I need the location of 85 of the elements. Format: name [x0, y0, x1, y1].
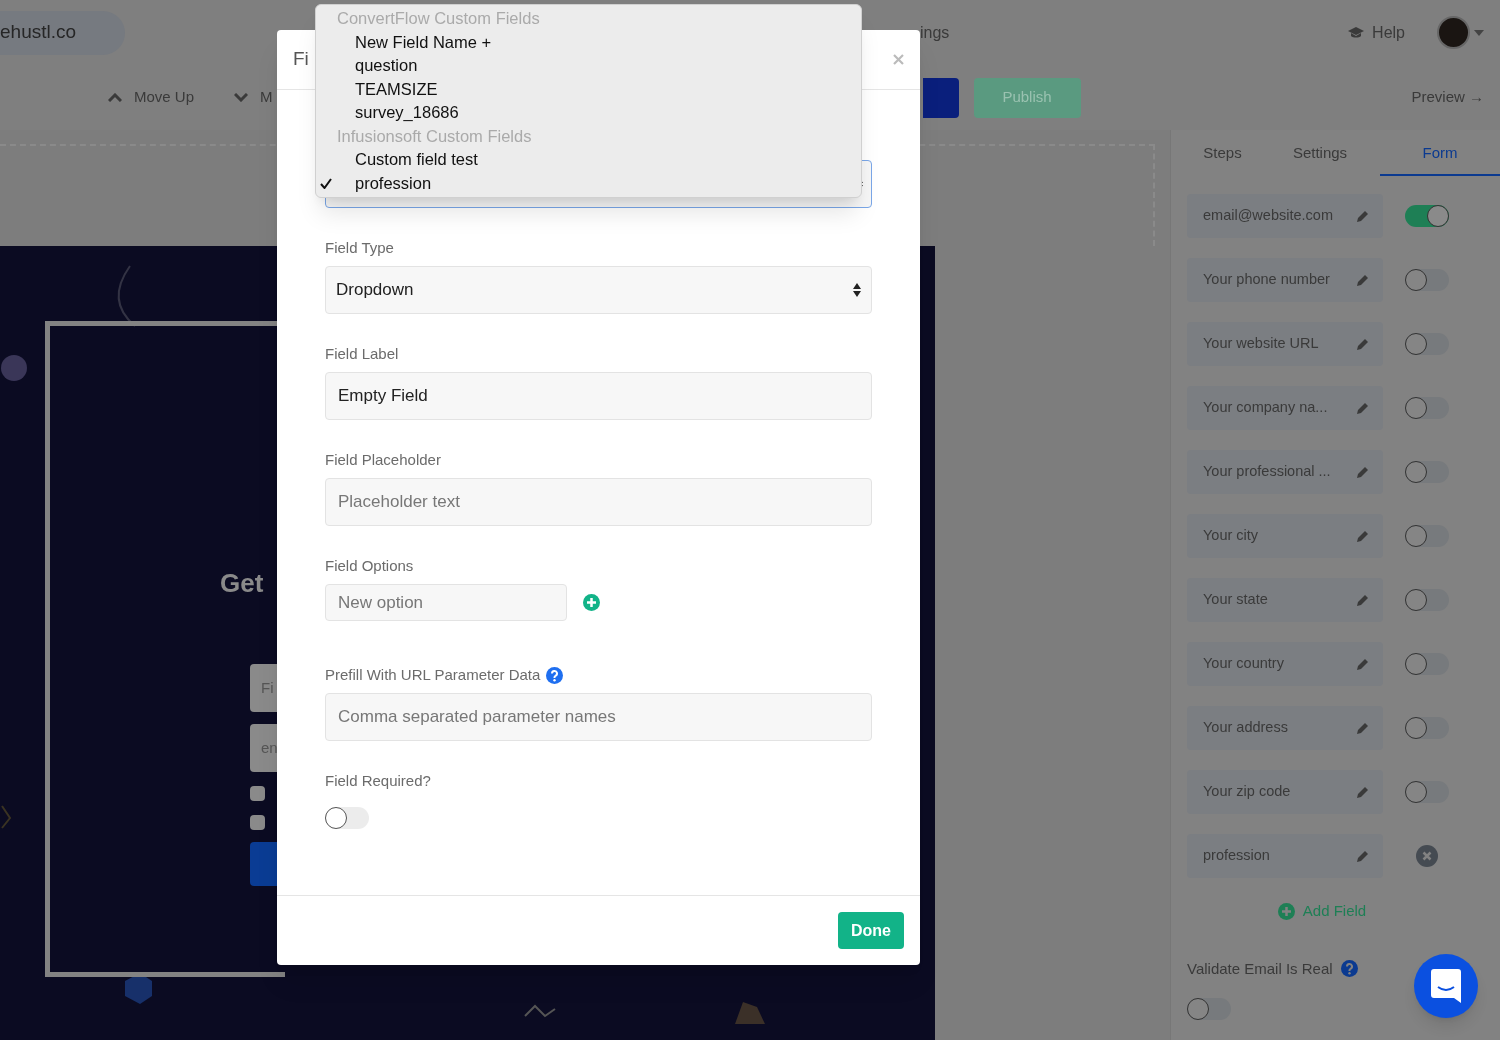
close-icon[interactable]: [893, 54, 904, 65]
add-option-icon[interactable]: [583, 594, 600, 611]
done-button[interactable]: Done: [838, 912, 904, 949]
field-label: Your zip code: [1203, 782, 1291, 802]
nav-link[interactable]: ings: [920, 20, 950, 45]
help-icon[interactable]: [1340, 960, 1358, 978]
field-caption: Field Placeholder: [325, 449, 441, 470]
avatar[interactable]: [1437, 16, 1470, 49]
pencil-icon[interactable]: [1356, 465, 1369, 479]
field-label: Your state: [1203, 590, 1268, 610]
circle-decoration: [1, 355, 27, 381]
pencil-icon[interactable]: [1356, 337, 1369, 351]
pencil-icon[interactable]: [1356, 529, 1369, 543]
field-label: Your company na...: [1203, 398, 1328, 418]
chevron-down-icon: [234, 93, 249, 102]
group-heading: ConvertFlow Custom Fields: [336, 8, 541, 30]
stripe-decoration: [735, 1002, 765, 1024]
pencil-icon[interactable]: [1356, 209, 1369, 223]
pencil-icon[interactable]: [1356, 849, 1369, 863]
sidebar-tab[interactable]: Form: [1380, 142, 1500, 176]
graduation-cap-icon: [1348, 26, 1365, 39]
toggle-switch[interactable]: [1405, 717, 1449, 739]
select-arrows-icon: [853, 283, 861, 297]
toggle-switch[interactable]: [1405, 205, 1449, 227]
field-label: profession: [1203, 846, 1270, 866]
field-label: Your city: [1203, 526, 1259, 546]
pencil-icon[interactable]: [1356, 401, 1369, 415]
dropdown-option[interactable]: survey_18686: [355, 100, 459, 126]
toggle-switch[interactable]: [1405, 525, 1449, 547]
toggle-switch[interactable]: [1405, 333, 1449, 355]
sidebar-tab[interactable]: Steps: [1185, 142, 1260, 176]
field-caption: Field Type: [325, 237, 394, 258]
chevron-decoration: [1, 805, 12, 829]
dropdown-option[interactable]: TEAMSIZE: [355, 76, 438, 102]
field-label: Your professional ...: [1203, 462, 1331, 482]
field-label: Your country: [1203, 654, 1284, 674]
arc-decoration: [117, 265, 136, 327]
field-type-select[interactable]: Dropdown: [325, 266, 872, 314]
save-button[interactable]: [922, 77, 959, 118]
zigzag-decoration: [524, 1004, 556, 1018]
remove-icon[interactable]: [1416, 845, 1438, 867]
toggle-switch[interactable]: [1405, 397, 1449, 419]
preview-link[interactable]: Preview →: [1411, 86, 1484, 109]
field-label: Your website URL: [1203, 334, 1319, 354]
toggle-switch[interactable]: [1405, 589, 1449, 611]
plus-circle-icon: [1277, 902, 1295, 920]
pencil-icon[interactable]: [1356, 657, 1369, 671]
field-caption: Prefill With URL Parameter Data: [325, 664, 541, 685]
toggle-switch[interactable]: [1405, 461, 1449, 483]
move-up-button[interactable]: Move Up: [134, 86, 195, 109]
help-icon[interactable]: [546, 666, 564, 684]
help-link[interactable]: Help: [1372, 20, 1405, 45]
publish-button[interactable]: Publish: [973, 77, 1081, 118]
dropdown-option[interactable]: profession: [355, 170, 432, 196]
text-field[interactable]: Comma separated parameter names: [325, 693, 872, 741]
pencil-icon[interactable]: [1356, 785, 1369, 799]
toggle-switch[interactable]: [1405, 781, 1449, 803]
field-label: Your phone number: [1203, 270, 1330, 290]
toggle-switch[interactable]: [1405, 269, 1449, 291]
validate-email-label: Validate Email Is Real: [1187, 958, 1333, 979]
dropdown-option[interactable]: question: [355, 53, 418, 79]
chevron-up-icon: [108, 93, 122, 102]
text-field[interactable]: Placeholder text: [325, 478, 872, 526]
field-label: Your address: [1203, 718, 1288, 738]
group-heading: Infusionsoft Custom Fields: [336, 125, 533, 147]
pencil-icon[interactable]: [1356, 273, 1369, 287]
pencil-icon[interactable]: [1356, 593, 1369, 607]
field-caption: Field Options: [325, 555, 414, 576]
caret-icon[interactable]: [1474, 29, 1484, 36]
toggle-switch[interactable]: [1187, 998, 1231, 1020]
preview-subheading: Get: [220, 567, 264, 600]
dropdown-option[interactable]: Custom field test: [355, 147, 478, 173]
text-field[interactable]: Empty Field: [325, 372, 872, 420]
pencil-icon[interactable]: [1356, 721, 1369, 735]
dropdown-option[interactable]: New Field Name +: [355, 29, 492, 55]
field-caption: Field Required?: [325, 770, 431, 791]
field-label: email@website.com: [1203, 206, 1333, 226]
field-caption: Field Label: [325, 343, 399, 364]
option-field[interactable]: New option: [325, 584, 567, 621]
chat-icon: [1431, 969, 1461, 1003]
modal-title: Fi: [293, 47, 309, 72]
sidebar-tab[interactable]: Settings: [1260, 142, 1380, 176]
toggle-switch[interactable]: [1405, 653, 1449, 675]
move-down-button[interactable]: M: [260, 86, 273, 109]
toggle-switch[interactable]: [325, 807, 369, 829]
